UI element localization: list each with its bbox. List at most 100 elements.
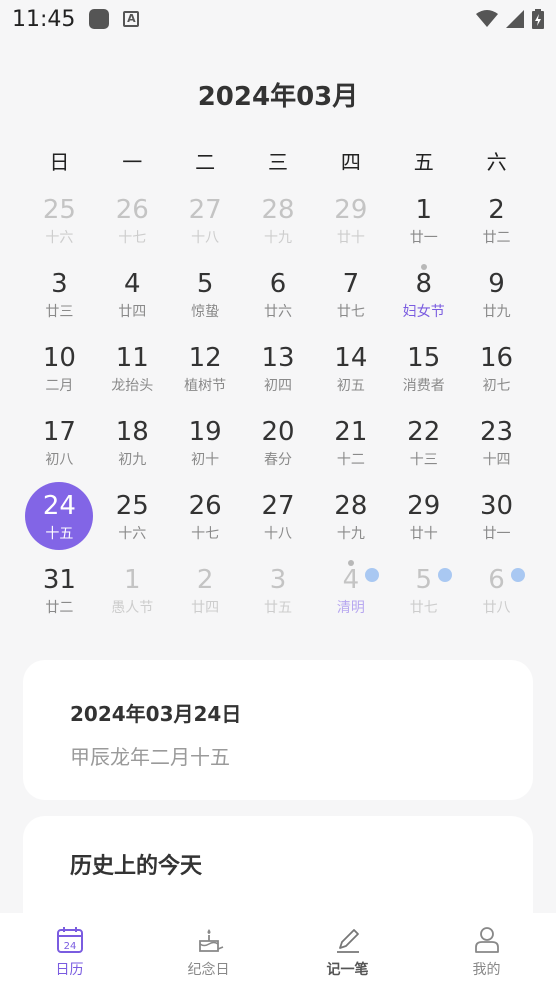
day-number: 1 xyxy=(415,195,432,225)
tab-calendar[interactable]: 24 日历 xyxy=(0,913,139,988)
calendar-day[interactable]: 16 初七 xyxy=(460,336,533,410)
day-number: 26 xyxy=(188,491,222,521)
history-today-title: 历史上的今天 xyxy=(70,854,203,879)
calendar-day[interactable]: 28 十九 xyxy=(314,484,387,558)
day-holiday-label: 妇女节 xyxy=(402,304,445,320)
calendar-day[interactable]: 10 二月 xyxy=(23,336,96,410)
day-number: 19 xyxy=(188,417,222,447)
calendar-day[interactable]: 5 惊蛰 xyxy=(169,262,242,336)
day-number: 6 xyxy=(269,269,287,299)
day-lunar-label: 十六 xyxy=(118,526,147,542)
day-lunar-label: 廿一 xyxy=(482,526,511,542)
calendar-day[interactable]: 12 植树节 xyxy=(169,336,242,410)
day-lunar-label: 廿九 xyxy=(482,304,511,320)
day-number: 25 xyxy=(115,491,149,521)
day-number: 30 xyxy=(480,491,514,521)
selected-date-card[interactable]: 2024年03月24日 甲辰龙年二月十五 xyxy=(23,660,533,800)
weekday-label: 三 xyxy=(267,150,288,174)
selected-date: 2024年03月24日 xyxy=(70,702,242,726)
tab-profile[interactable]: 我的 xyxy=(417,913,556,988)
battery-icon xyxy=(532,9,544,29)
calendar-day[interactable]: 25 十六 xyxy=(23,188,96,262)
day-number: 25 xyxy=(42,195,76,225)
day-lunar-label: 龙抬头 xyxy=(111,378,154,394)
weekday-label: 一 xyxy=(122,150,143,174)
day-lunar-label: 十七 xyxy=(191,526,220,542)
calendar-day[interactable]: 2 廿四 xyxy=(169,558,242,632)
calendar-day[interactable]: 3 廿三 xyxy=(23,262,96,336)
day-lunar-label: 十五 xyxy=(45,526,74,542)
calendar-icon: 24 xyxy=(56,927,83,953)
calendar-day[interactable]: 19 初十 xyxy=(169,410,242,484)
day-lunar-label: 廿三 xyxy=(45,304,74,320)
day-number: 7 xyxy=(342,269,360,299)
day-number: 16 xyxy=(480,343,514,373)
day-lunar-label: 初八 xyxy=(45,452,74,468)
day-number: 27 xyxy=(188,195,222,225)
weekday-label: 五 xyxy=(413,150,434,174)
calendar-day[interactable]: 14 初五 xyxy=(314,336,387,410)
calendar-day[interactable]: 20 春分 xyxy=(242,410,315,484)
day-lunar-label: 廿二 xyxy=(45,600,74,616)
status-bar: 11:45 A xyxy=(0,0,556,38)
calendar-day[interactable]: 26 十七 xyxy=(169,484,242,558)
calendar-day[interactable]: 4 廿四 xyxy=(96,262,169,336)
signal-icon xyxy=(506,10,524,28)
calendar-day[interactable]: 18 初九 xyxy=(96,410,169,484)
calendar-day[interactable]: 15 消费者 xyxy=(387,336,460,410)
calendar-day[interactable]: 23 十四 xyxy=(460,410,533,484)
day-number: 26 xyxy=(115,195,149,225)
calendar-day[interactable]: 6 廿六 xyxy=(242,262,315,336)
day-lunar-label: 廿二 xyxy=(482,230,511,246)
day-lunar-label: 十二 xyxy=(336,452,365,468)
month-title[interactable]: 2024年03月 xyxy=(0,76,556,113)
calendar-day[interactable]: 11 龙抬头 xyxy=(96,336,169,410)
day-number: 9 xyxy=(488,269,505,299)
day-lunar-label: 廿十 xyxy=(336,230,365,246)
user-icon xyxy=(474,927,499,953)
tab-note[interactable]: 记一笔 xyxy=(278,913,417,988)
calendar-day[interactable]: 8 妇女节 xyxy=(387,262,460,336)
day-number: 5 xyxy=(415,565,432,595)
tab-anniversary[interactable]: 纪念日 xyxy=(139,913,278,988)
calendar-day[interactable]: 1 廿一 xyxy=(387,188,460,262)
day-number: 6 xyxy=(488,565,505,595)
reminder-dot xyxy=(510,568,525,582)
calendar-day[interactable]: 4 清明 xyxy=(314,558,387,632)
calendar-day[interactable]: 30 廿一 xyxy=(460,484,533,558)
calendar-day[interactable]: 7 廿七 xyxy=(314,262,387,336)
calendar-day[interactable]: 13 初四 xyxy=(242,336,315,410)
calendar-day[interactable]: 31 廿二 xyxy=(23,558,96,632)
day-lunar-label: 廿七 xyxy=(336,304,365,320)
calendar-day[interactable]: 6 廿八 xyxy=(460,558,533,632)
calendar-day[interactable]: 3 廿五 xyxy=(242,558,315,632)
reminder-dot xyxy=(438,568,453,582)
day-lunar-label: 二月 xyxy=(45,378,74,394)
calendar-day[interactable]: 5 廿七 xyxy=(387,558,460,632)
day-lunar-label: 十八 xyxy=(191,230,220,246)
calendar-day[interactable]: 27 十八 xyxy=(169,188,242,262)
calendar-day[interactable]: 27 十八 xyxy=(242,484,315,558)
calendar-day[interactable]: 2 廿二 xyxy=(460,188,533,262)
day-number: 23 xyxy=(480,417,514,447)
calendar-day[interactable]: 21 十二 xyxy=(314,410,387,484)
day-number: 13 xyxy=(261,343,295,373)
calendar-day[interactable]: 26 十七 xyxy=(96,188,169,262)
calendar-day[interactable]: 22 十三 xyxy=(387,410,460,484)
calendar-day[interactable]: 9 廿九 xyxy=(460,262,533,336)
day-lunar-label: 惊蛰 xyxy=(191,304,220,320)
day-number: 3 xyxy=(269,565,287,595)
calendar-day-selected[interactable]: 24 十五 xyxy=(23,482,96,558)
day-number: 20 xyxy=(261,417,295,447)
event-marker-dot xyxy=(420,264,427,270)
day-number: 11 xyxy=(115,343,149,373)
day-lunar-label: 十九 xyxy=(336,526,365,542)
calendar-day[interactable]: 29 廿十 xyxy=(314,188,387,262)
calendar-day[interactable]: 29 廿十 xyxy=(387,484,460,558)
app-notification-icon xyxy=(89,9,110,29)
calendar-day[interactable]: 25 十六 xyxy=(96,484,169,558)
calendar-day[interactable]: 28 十九 xyxy=(242,188,315,262)
calendar-day[interactable]: 1 愚人节 xyxy=(96,558,169,632)
day-number: 31 xyxy=(42,565,76,595)
calendar-day[interactable]: 17 初八 xyxy=(23,410,96,484)
